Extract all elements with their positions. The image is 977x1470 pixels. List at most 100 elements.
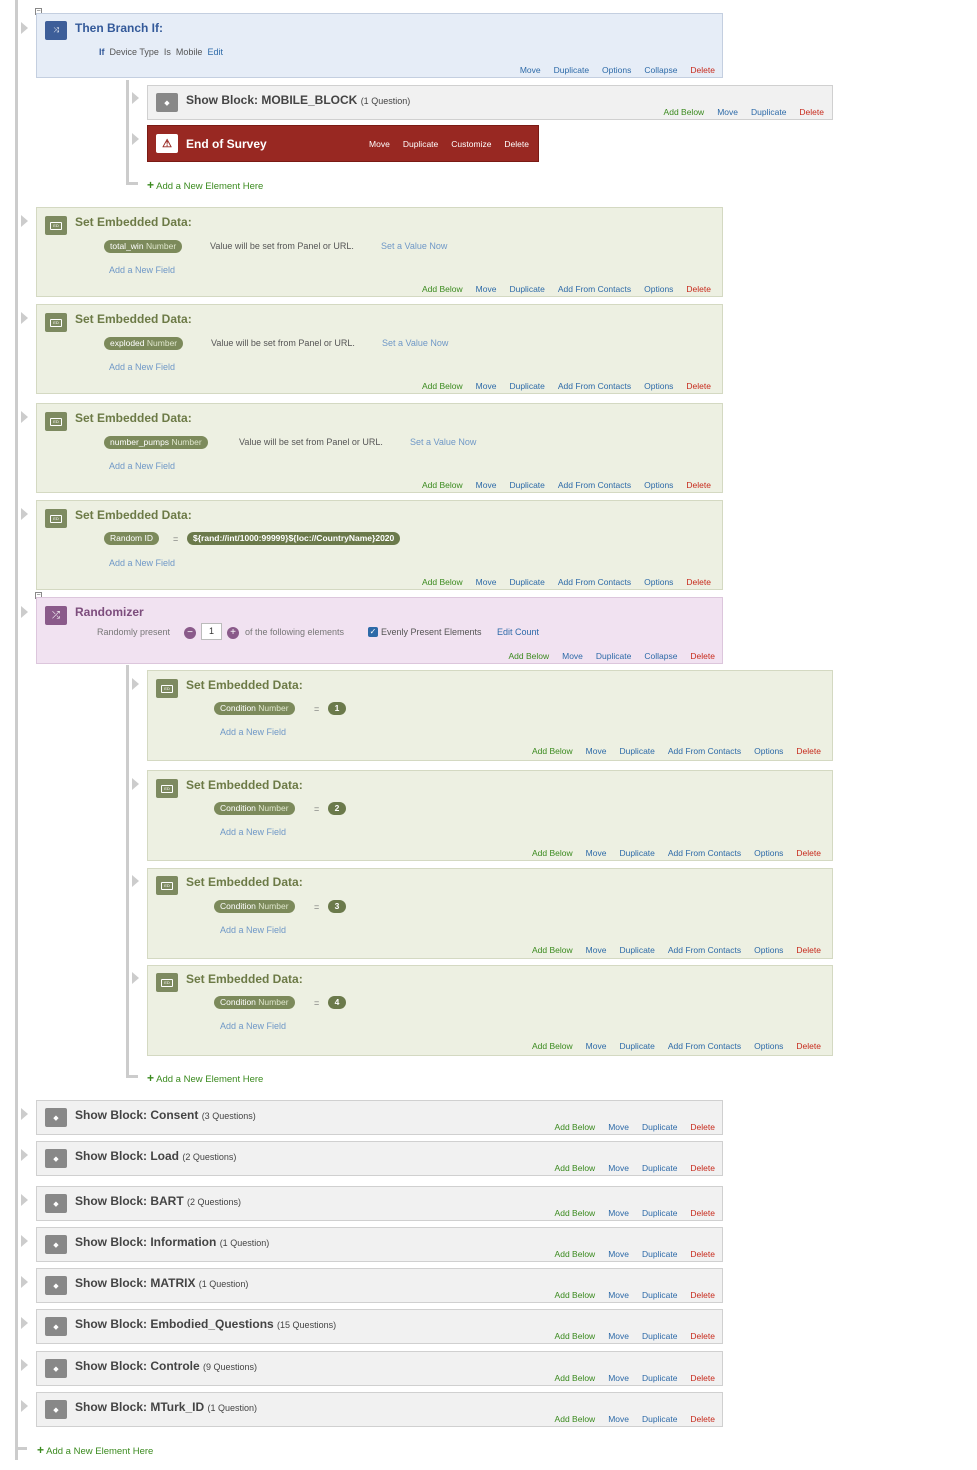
delete-button[interactable]: Delete <box>796 746 821 756</box>
options-button[interactable]: Options <box>644 284 673 294</box>
add-below-button[interactable]: Add Below <box>422 284 463 294</box>
add-new-element-link[interactable]: + Add a New Element Here <box>147 178 263 192</box>
show-block-mobile[interactable]: ◆ Show Block: MOBILE_BLOCK (1 Question) … <box>147 85 833 120</box>
add-from-contacts-button[interactable]: Add From Contacts <box>668 945 741 955</box>
move-button[interactable]: Move <box>476 577 497 587</box>
move-button[interactable]: Move <box>586 1041 607 1051</box>
add-below-button[interactable]: Add Below <box>508 651 549 661</box>
add-new-field-link[interactable]: Add a New Field <box>109 362 175 372</box>
add-below-button[interactable]: Add Below <box>555 1122 596 1132</box>
minus-icon[interactable]: − <box>184 627 196 639</box>
add-from-contacts-button[interactable]: Add From Contacts <box>558 284 631 294</box>
field-value-pill[interactable]: 2 <box>328 802 346 815</box>
add-below-button[interactable]: Add Below <box>555 1373 596 1383</box>
add-below-button[interactable]: Add Below <box>555 1163 596 1173</box>
duplicate-button[interactable]: Duplicate <box>596 651 631 661</box>
add-new-element-link[interactable]: + Add a New Element Here <box>37 1443 153 1457</box>
add-new-field-link[interactable]: Add a New Field <box>109 461 175 471</box>
field-value-pill[interactable]: 3 <box>328 900 346 913</box>
add-new-field-link[interactable]: Add a New Field <box>220 827 286 837</box>
add-from-contacts-button[interactable]: Add From Contacts <box>668 746 741 756</box>
move-button[interactable]: Move <box>586 746 607 756</box>
move-button[interactable]: Move <box>476 480 497 490</box>
delete-button[interactable]: Delete <box>796 1041 821 1051</box>
duplicate-button[interactable]: Duplicate <box>642 1208 677 1218</box>
options-button[interactable]: Options <box>754 746 783 756</box>
embedded-data-element[interactable]: ED Set Embedded Data: total_win Number V… <box>36 207 723 297</box>
add-below-button[interactable]: Add Below <box>555 1249 596 1259</box>
duplicate-button[interactable]: Duplicate <box>509 381 544 391</box>
add-from-contacts-button[interactable]: Add From Contacts <box>558 480 631 490</box>
move-button[interactable]: Move <box>608 1414 629 1424</box>
duplicate-button[interactable]: Duplicate <box>751 107 786 117</box>
add-from-contacts-button[interactable]: Add From Contacts <box>668 848 741 858</box>
add-new-field-link[interactable]: Add a New Field <box>220 925 286 935</box>
add-from-contacts-button[interactable]: Add From Contacts <box>558 381 631 391</box>
embedded-data-element[interactable]: ED Set Embedded Data: number_pumps Numbe… <box>36 403 723 493</box>
field-value-pill[interactable]: 4 <box>328 996 346 1009</box>
embedded-data-element[interactable]: ED Set Embedded Data: Random ID = ${rand… <box>36 500 723 590</box>
show-block-element[interactable]: ◆ Show Block: BART (2 Questions) Add Below… <box>36 1186 723 1221</box>
show-block-element[interactable]: ◆ Show Block: MATRIX (1 Question) Add Belo… <box>36 1268 723 1303</box>
move-button[interactable]: Move <box>562 651 583 661</box>
field-name-pill[interactable]: exploded Number <box>104 337 184 350</box>
duplicate-button[interactable]: Duplicate <box>642 1249 677 1259</box>
move-button[interactable]: Move <box>608 1290 629 1300</box>
add-below-button[interactable]: Add Below <box>532 945 573 955</box>
set-value-now-link[interactable]: Set a Value Now <box>382 338 448 348</box>
add-from-contacts-button[interactable]: Add From Contacts <box>668 1041 741 1051</box>
options-button[interactable]: Options <box>644 381 673 391</box>
delete-button[interactable]: Delete <box>686 284 711 294</box>
delete-button[interactable]: Delete <box>686 381 711 391</box>
duplicate-button[interactable]: Duplicate <box>509 284 544 294</box>
delete-button[interactable]: Delete <box>690 1122 715 1132</box>
branch-element[interactable]: ⤨ Then Branch If: If Device Type Is Mobi… <box>36 13 723 78</box>
move-button[interactable]: Move <box>717 107 738 117</box>
add-new-field-link[interactable]: Add a New Field <box>109 558 175 568</box>
duplicate-button[interactable]: Duplicate <box>554 65 589 75</box>
end-of-survey-element[interactable]: ⚠ End of Survey Move Duplicate Customize… <box>147 125 539 162</box>
delete-button[interactable]: Delete <box>504 139 529 149</box>
condition-embedded-element[interactable]: ED Set Embedded Data: Condition Number =… <box>147 670 833 761</box>
delete-button[interactable]: Delete <box>690 1163 715 1173</box>
plus-icon[interactable]: + <box>227 627 239 639</box>
set-value-now-link[interactable]: Set a Value Now <box>381 241 447 251</box>
add-below-button[interactable]: Add Below <box>532 848 573 858</box>
show-block-element[interactable]: ◆ Show Block: MTurk_ID (1 Question) Add Be… <box>36 1392 723 1427</box>
add-below-button[interactable]: Add Below <box>422 480 463 490</box>
edit-count-link[interactable]: Edit Count <box>497 627 539 637</box>
move-button[interactable]: Move <box>586 848 607 858</box>
duplicate-button[interactable]: Duplicate <box>509 480 544 490</box>
field-value-pill[interactable]: ${rand://int/1000:99999}${loc://CountryN… <box>187 532 401 545</box>
add-below-button[interactable]: Add Below <box>532 1041 573 1051</box>
duplicate-button[interactable]: Duplicate <box>642 1373 677 1383</box>
options-button[interactable]: Options <box>644 577 673 587</box>
delete-button[interactable]: Delete <box>690 1208 715 1218</box>
field-name-pill[interactable]: Condition Number <box>214 900 295 913</box>
edit-condition-link[interactable]: Edit <box>207 47 223 57</box>
condition-embedded-element[interactable]: ED Set Embedded Data: Condition Number =… <box>147 965 833 1056</box>
show-block-element[interactable]: ◆ Show Block: Controle (9 Questions) Add B… <box>36 1351 723 1386</box>
move-button[interactable]: Move <box>608 1122 629 1132</box>
add-below-button[interactable]: Add Below <box>555 1331 596 1341</box>
move-button[interactable]: Move <box>586 945 607 955</box>
delete-button[interactable]: Delete <box>799 107 824 117</box>
add-below-button[interactable]: Add Below <box>555 1208 596 1218</box>
field-name-pill[interactable]: number_pumps Number <box>104 436 208 449</box>
duplicate-button[interactable]: Duplicate <box>642 1163 677 1173</box>
set-value-now-link[interactable]: Set a Value Now <box>410 437 476 447</box>
add-new-field-link[interactable]: Add a New Field <box>220 1021 286 1031</box>
move-button[interactable]: Move <box>608 1373 629 1383</box>
duplicate-button[interactable]: Duplicate <box>619 945 654 955</box>
delete-button[interactable]: Delete <box>686 480 711 490</box>
show-block-element[interactable]: ◆ Show Block: Load (2 Questions) Add Below… <box>36 1141 723 1176</box>
add-new-field-link[interactable]: Add a New Field <box>220 727 286 737</box>
duplicate-button[interactable]: Duplicate <box>642 1122 677 1132</box>
options-button[interactable]: Options <box>754 945 783 955</box>
move-button[interactable]: Move <box>369 139 390 149</box>
checkbox-icon[interactable]: ✓ <box>368 627 378 637</box>
collapse-button[interactable]: Collapse <box>644 651 677 661</box>
duplicate-button[interactable]: Duplicate <box>509 577 544 587</box>
duplicate-button[interactable]: Duplicate <box>619 848 654 858</box>
move-button[interactable]: Move <box>476 381 497 391</box>
